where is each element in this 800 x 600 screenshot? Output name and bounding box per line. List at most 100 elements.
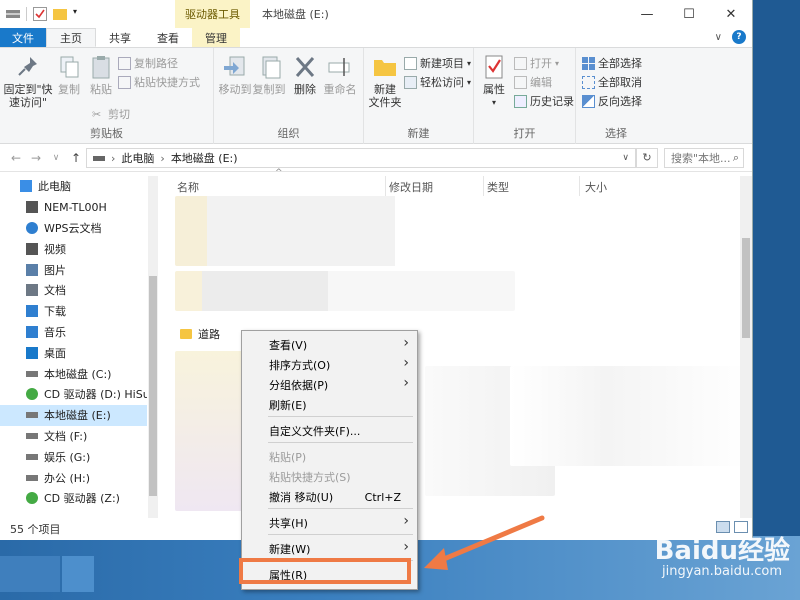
chevron-down-icon[interactable]: ▾ [73,7,83,21]
history-button[interactable]: 历史记录 [514,92,574,110]
nav-item[interactable]: 本地磁盘 (C:) [0,363,147,384]
file-list-scrollbar-thumb[interactable] [742,238,750,338]
nav-item[interactable]: 视频 [0,238,147,259]
file-list-scrollbar[interactable] [740,176,752,518]
select-all-button[interactable]: 全部选择 [582,54,642,72]
title-bar: ▾ 驱动器工具 本地磁盘 (E:) — ☐ ✕ [0,0,752,28]
copy-path-button[interactable]: 复制路径 [118,54,178,72]
context-menu-item[interactable]: 共享(H) › [242,513,417,533]
nav-item[interactable]: CD 驱动器 (D:) HiSuite [0,384,147,405]
context-menu-item[interactable]: 分组依据(P) › [242,375,417,395]
nav-item-label: 此电脑 [38,180,71,194]
nav-item[interactable]: 图片 [0,259,147,280]
context-menu-item[interactable]: 自定义文件夹(F)... [242,421,417,441]
column-size[interactable]: 大小 [585,179,607,195]
new-group: 新建 文件夹 新建项目 ▾ 轻松访问 ▾ 新建 [364,48,474,144]
rename-button[interactable]: 重命名 [322,54,358,96]
nav-item[interactable]: CD 驱动器 (Z:) [0,488,147,509]
invert-selection-button[interactable]: 反向选择 [582,92,642,110]
nav-item-label: WPS云文档 [44,221,102,235]
drive-tools-context-tab: 驱动器工具 [175,0,250,28]
context-menu-item[interactable]: 查看(V) › [242,335,417,355]
back-arrow-icon[interactable]: ← [6,151,26,165]
minimize-button[interactable]: — [626,0,668,28]
nav-item[interactable]: 办公 (H:) [0,467,147,488]
context-menu-item: 粘贴(P) [242,447,417,467]
copy-to-button[interactable]: 复制到 [252,54,286,96]
context-menu-item-label: 撤消 移动(U) [269,491,334,504]
nav-item-label: 本地磁盘 (C:) [44,367,112,381]
blurred-row [175,271,515,311]
nav-scrollbar[interactable] [148,176,158,518]
properties-button[interactable]: 属性 ▾ [478,54,510,109]
address-bar[interactable]: › 此电脑 › 本地磁盘 (E:) ∨ [86,148,636,168]
nav-item[interactable]: 本地磁盘 (E:) [0,404,147,426]
delete-button[interactable]: 删除 [290,54,320,96]
pin-quick-access-button[interactable]: 固定到"快 速访问" [3,54,53,109]
chevron-down-icon: ▾ [555,58,560,68]
tab-share[interactable]: 共享 [96,28,144,47]
quick-access-toolbar: ▾ [0,0,175,28]
tab-view[interactable]: 查看 [144,28,192,47]
paste-button[interactable]: 粘贴 [86,54,116,96]
search-input[interactable]: 搜索"本地... ⌕ [664,148,744,168]
move-to-button[interactable]: 移动到 [218,54,252,96]
nav-item[interactable]: NEM-TL00H [0,197,147,218]
address-row: ← → ∨ ↑ › 此电脑 › 本地磁盘 (E:) ∨ ↻ 搜索"本地... ⌕ [0,144,752,172]
chevron-right-icon: › [403,375,409,391]
nav-item-label: 文档 [44,284,66,298]
help-icon[interactable]: ? [732,30,746,44]
nav-item[interactable]: 桌面 [0,342,147,363]
chevron-down-icon[interactable]: ∨ [622,153,629,163]
new-folder-icon[interactable] [53,8,67,20]
new-folder-button[interactable]: 新建 文件夹 [368,54,402,109]
close-button[interactable]: ✕ [710,0,752,28]
scissors-icon: ✂ [92,107,102,121]
chevron-down-icon[interactable]: ∨ [715,32,722,43]
nav-scrollbar-thumb[interactable] [149,276,157,496]
breadcrumb-pc[interactable]: 此电脑 [121,150,154,166]
context-menu-item[interactable]: 撤消 移动(U) Ctrl+Z [242,487,417,507]
context-menu-item[interactable]: 排序方式(O) › [242,355,417,375]
tab-file[interactable]: 文件 [0,28,46,47]
column-type[interactable]: 类型 [487,179,509,195]
recent-locations-icon[interactable]: ∨ [46,153,66,163]
paste-shortcut-button[interactable]: 粘贴快捷方式 [118,73,200,91]
nav-item-label: 娱乐 (G:) [44,450,91,464]
copy-button[interactable]: 复制 [54,54,84,96]
drive-icon [26,432,38,439]
list-item[interactable]: 道路 [180,326,220,342]
forward-arrow-icon[interactable]: → [26,151,46,165]
select-none-button[interactable]: 全部取消 [582,73,642,91]
nav-item[interactable]: 此电脑 [0,176,147,197]
breadcrumb-drive[interactable]: 本地磁盘 (E:) [171,150,238,166]
nav-item[interactable]: 下载 [0,301,147,322]
nav-item[interactable]: 文档 [0,280,147,301]
context-menu-item[interactable]: 刷新(E) [242,395,417,415]
edit-button[interactable]: 编辑 [514,73,552,91]
refresh-button[interactable]: ↻ [636,148,658,168]
up-arrow-icon[interactable]: ↑ [66,151,86,165]
copy-to-icon [262,56,281,79]
open-button[interactable]: 打开 ▾ [514,54,559,72]
menu-separator [268,534,413,535]
column-modified[interactable]: 修改日期 [389,179,433,195]
nav-item-label: 文档 (F:) [44,429,88,443]
new-item-button[interactable]: 新建项目 ▾ [404,54,471,72]
drive-icon[interactable] [6,10,20,18]
window-title: 本地磁盘 (E:) [262,8,329,21]
nav-item[interactable]: 文档 (F:) [0,426,147,447]
column-name[interactable]: 名称 [177,179,199,195]
context-menu-item[interactable]: 新建(W) › [242,539,417,559]
folder-icon [180,329,192,339]
nav-item[interactable]: WPS云文档 [0,218,147,239]
tab-home[interactable]: 主页 [46,28,96,47]
properties-check-icon[interactable] [33,7,47,21]
cut-button[interactable]: ✂ 剪切 [92,105,130,123]
context-menu-shortcut: Ctrl+Z [364,490,401,504]
nav-item[interactable]: 娱乐 (G:) [0,446,147,467]
tab-manage[interactable]: 管理 [192,28,240,47]
maximize-button[interactable]: ☐ [668,0,710,28]
nav-item[interactable]: 音乐 [0,322,147,343]
easy-access-button[interactable]: 轻松访问 ▾ [404,73,471,91]
